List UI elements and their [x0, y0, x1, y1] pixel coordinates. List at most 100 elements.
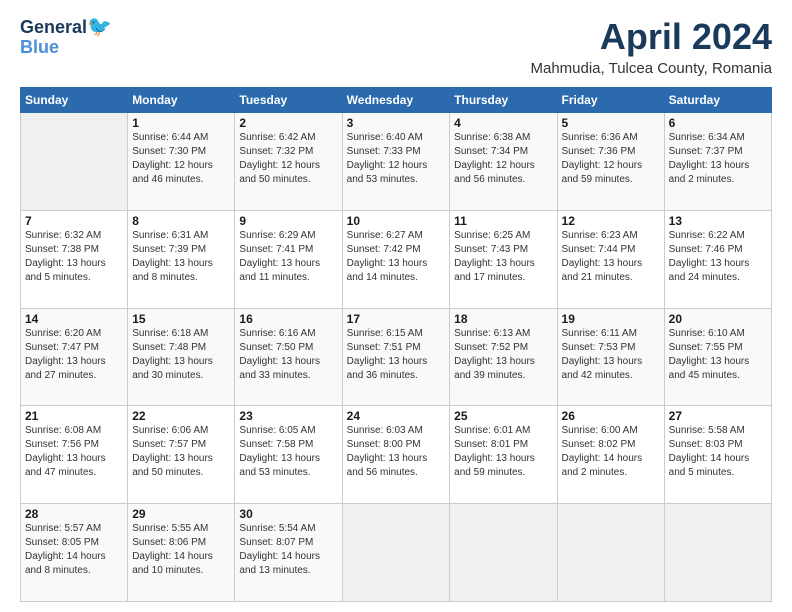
day-info: Sunrise: 6:08 AMSunset: 7:56 PMDaylight:…	[25, 425, 106, 478]
table-cell: 30 Sunrise: 5:54 AMSunset: 8:07 PMDaylig…	[235, 504, 342, 602]
day-number: 22	[132, 409, 230, 423]
day-number: 20	[669, 312, 767, 326]
table-cell: 1 Sunrise: 6:44 AMSunset: 7:30 PMDayligh…	[128, 113, 235, 211]
table-cell: 18 Sunrise: 6:13 AMSunset: 7:52 PMDaylig…	[450, 308, 557, 406]
col-saturday: Saturday	[664, 88, 771, 113]
table-cell: 7 Sunrise: 6:32 AMSunset: 7:38 PMDayligh…	[21, 210, 128, 308]
location-subtitle: Mahmudia, Tulcea County, Romania	[530, 60, 772, 77]
day-number: 3	[347, 116, 446, 130]
table-cell: 8 Sunrise: 6:31 AMSunset: 7:39 PMDayligh…	[128, 210, 235, 308]
page: General🐦 Blue April 2024 Mahmudia, Tulce…	[0, 0, 792, 612]
day-number: 7	[25, 214, 123, 228]
table-cell: 20 Sunrise: 6:10 AMSunset: 7:55 PMDaylig…	[664, 308, 771, 406]
day-number: 30	[239, 507, 337, 521]
day-number: 25	[454, 409, 552, 423]
table-cell: 27 Sunrise: 5:58 AMSunset: 8:03 PMDaylig…	[664, 406, 771, 504]
day-info: Sunrise: 6:05 AMSunset: 7:58 PMDaylight:…	[239, 425, 320, 478]
table-cell: 21 Sunrise: 6:08 AMSunset: 7:56 PMDaylig…	[21, 406, 128, 504]
day-info: Sunrise: 6:42 AMSunset: 7:32 PMDaylight:…	[239, 132, 320, 185]
table-cell: 5 Sunrise: 6:36 AMSunset: 7:36 PMDayligh…	[557, 113, 664, 211]
day-info: Sunrise: 6:40 AMSunset: 7:33 PMDaylight:…	[347, 132, 428, 185]
day-info: Sunrise: 6:16 AMSunset: 7:50 PMDaylight:…	[239, 328, 320, 381]
day-number: 24	[347, 409, 446, 423]
calendar-week-row: 28 Sunrise: 5:57 AMSunset: 8:05 PMDaylig…	[21, 504, 772, 602]
day-number: 10	[347, 214, 446, 228]
day-number: 11	[454, 214, 552, 228]
col-friday: Friday	[557, 88, 664, 113]
logo-general: General	[20, 17, 87, 37]
day-info: Sunrise: 6:06 AMSunset: 7:57 PMDaylight:…	[132, 425, 213, 478]
table-cell: 4 Sunrise: 6:38 AMSunset: 7:34 PMDayligh…	[450, 113, 557, 211]
table-cell: 14 Sunrise: 6:20 AMSunset: 7:47 PMDaylig…	[21, 308, 128, 406]
day-number: 18	[454, 312, 552, 326]
table-cell: 16 Sunrise: 6:16 AMSunset: 7:50 PMDaylig…	[235, 308, 342, 406]
logo: General🐦 Blue	[20, 16, 112, 58]
table-cell: 26 Sunrise: 6:00 AMSunset: 8:02 PMDaylig…	[557, 406, 664, 504]
col-sunday: Sunday	[21, 88, 128, 113]
table-cell: 24 Sunrise: 6:03 AMSunset: 8:00 PMDaylig…	[342, 406, 450, 504]
day-info: Sunrise: 6:34 AMSunset: 7:37 PMDaylight:…	[669, 132, 750, 185]
day-number: 23	[239, 409, 337, 423]
day-info: Sunrise: 6:11 AMSunset: 7:53 PMDaylight:…	[562, 328, 643, 381]
table-cell: 17 Sunrise: 6:15 AMSunset: 7:51 PMDaylig…	[342, 308, 450, 406]
day-number: 21	[25, 409, 123, 423]
table-cell: 28 Sunrise: 5:57 AMSunset: 8:05 PMDaylig…	[21, 504, 128, 602]
day-info: Sunrise: 6:22 AMSunset: 7:46 PMDaylight:…	[669, 230, 750, 283]
day-number: 16	[239, 312, 337, 326]
col-wednesday: Wednesday	[342, 88, 450, 113]
header: General🐦 Blue April 2024 Mahmudia, Tulce…	[20, 16, 772, 77]
day-number: 9	[239, 214, 337, 228]
table-cell: 23 Sunrise: 6:05 AMSunset: 7:58 PMDaylig…	[235, 406, 342, 504]
day-number: 5	[562, 116, 660, 130]
day-number: 8	[132, 214, 230, 228]
day-info: Sunrise: 5:55 AMSunset: 8:06 PMDaylight:…	[132, 523, 213, 576]
table-cell	[450, 504, 557, 602]
table-cell: 3 Sunrise: 6:40 AMSunset: 7:33 PMDayligh…	[342, 113, 450, 211]
logo-blue: Blue	[20, 38, 112, 58]
col-thursday: Thursday	[450, 88, 557, 113]
day-info: Sunrise: 5:58 AMSunset: 8:03 PMDaylight:…	[669, 425, 750, 478]
day-info: Sunrise: 6:31 AMSunset: 7:39 PMDaylight:…	[132, 230, 213, 283]
table-cell: 2 Sunrise: 6:42 AMSunset: 7:32 PMDayligh…	[235, 113, 342, 211]
table-cell: 10 Sunrise: 6:27 AMSunset: 7:42 PMDaylig…	[342, 210, 450, 308]
table-cell: 22 Sunrise: 6:06 AMSunset: 7:57 PMDaylig…	[128, 406, 235, 504]
calendar-week-row: 7 Sunrise: 6:32 AMSunset: 7:38 PMDayligh…	[21, 210, 772, 308]
day-number: 6	[669, 116, 767, 130]
day-number: 1	[132, 116, 230, 130]
calendar-header-row: Sunday Monday Tuesday Wednesday Thursday…	[21, 88, 772, 113]
table-cell: 11 Sunrise: 6:25 AMSunset: 7:43 PMDaylig…	[450, 210, 557, 308]
day-number: 12	[562, 214, 660, 228]
calendar-week-row: 1 Sunrise: 6:44 AMSunset: 7:30 PMDayligh…	[21, 113, 772, 211]
day-number: 15	[132, 312, 230, 326]
calendar-table: Sunday Monday Tuesday Wednesday Thursday…	[20, 87, 772, 602]
day-info: Sunrise: 6:03 AMSunset: 8:00 PMDaylight:…	[347, 425, 428, 478]
day-info: Sunrise: 6:01 AMSunset: 8:01 PMDaylight:…	[454, 425, 535, 478]
day-number: 13	[669, 214, 767, 228]
table-cell: 13 Sunrise: 6:22 AMSunset: 7:46 PMDaylig…	[664, 210, 771, 308]
day-info: Sunrise: 6:25 AMSunset: 7:43 PMDaylight:…	[454, 230, 535, 283]
day-info: Sunrise: 6:29 AMSunset: 7:41 PMDaylight:…	[239, 230, 320, 283]
day-info: Sunrise: 6:27 AMSunset: 7:42 PMDaylight:…	[347, 230, 428, 283]
table-cell: 9 Sunrise: 6:29 AMSunset: 7:41 PMDayligh…	[235, 210, 342, 308]
day-info: Sunrise: 6:13 AMSunset: 7:52 PMDaylight:…	[454, 328, 535, 381]
day-info: Sunrise: 5:57 AMSunset: 8:05 PMDaylight:…	[25, 523, 106, 576]
day-number: 29	[132, 507, 230, 521]
table-cell: 15 Sunrise: 6:18 AMSunset: 7:48 PMDaylig…	[128, 308, 235, 406]
day-number: 2	[239, 116, 337, 130]
month-title: April 2024	[530, 16, 772, 58]
day-number: 28	[25, 507, 123, 521]
col-tuesday: Tuesday	[235, 88, 342, 113]
calendar-week-row: 14 Sunrise: 6:20 AMSunset: 7:47 PMDaylig…	[21, 308, 772, 406]
day-number: 26	[562, 409, 660, 423]
day-number: 14	[25, 312, 123, 326]
col-monday: Monday	[128, 88, 235, 113]
day-info: Sunrise: 5:54 AMSunset: 8:07 PMDaylight:…	[239, 523, 320, 576]
day-info: Sunrise: 6:10 AMSunset: 7:55 PMDaylight:…	[669, 328, 750, 381]
day-number: 4	[454, 116, 552, 130]
day-info: Sunrise: 6:20 AMSunset: 7:47 PMDaylight:…	[25, 328, 106, 381]
table-cell: 12 Sunrise: 6:23 AMSunset: 7:44 PMDaylig…	[557, 210, 664, 308]
logo-bird: 🐦	[87, 16, 112, 38]
table-cell: 19 Sunrise: 6:11 AMSunset: 7:53 PMDaylig…	[557, 308, 664, 406]
title-section: April 2024 Mahmudia, Tulcea County, Roma…	[530, 16, 772, 77]
table-cell	[342, 504, 450, 602]
